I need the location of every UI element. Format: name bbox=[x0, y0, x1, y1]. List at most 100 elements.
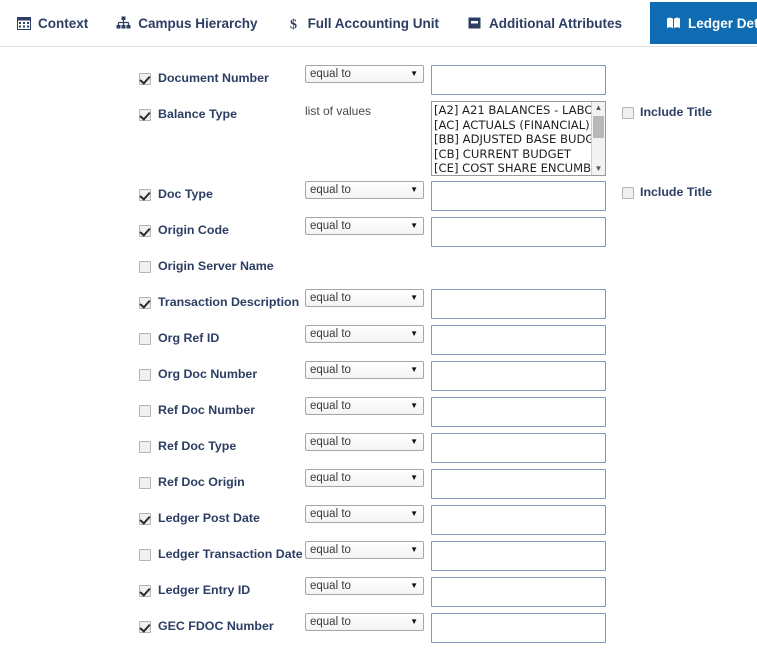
scroll-down-icon[interactable]: ▼ bbox=[592, 164, 605, 174]
checkbox-document-number[interactable] bbox=[139, 73, 151, 85]
listbox-option[interactable]: [A2] A21 BALANCES - LABOR bbox=[434, 103, 591, 118]
criteria-row-org-ref-id: Org Ref ID equal to ▼ bbox=[0, 325, 757, 361]
tab-additional-attributes[interactable]: Additional Attributes bbox=[457, 0, 640, 46]
tab-label: Campus Hierarchy bbox=[138, 15, 258, 31]
operator-select-org-doc-number[interactable]: equal to ▼ bbox=[305, 361, 424, 379]
tab-full-accounting-unit[interactable]: $ Full Accounting Unit bbox=[276, 0, 457, 46]
scrollbar-thumb[interactable] bbox=[593, 116, 604, 138]
tab-context[interactable]: Context bbox=[6, 0, 106, 46]
chevron-down-icon: ▼ bbox=[410, 509, 418, 518]
value-cell bbox=[431, 505, 606, 535]
value-input-org-ref-id[interactable] bbox=[431, 325, 606, 355]
criteria-row-ledger-post-date: Ledger Post Date equal to ▼ bbox=[0, 505, 757, 541]
tab-ledger-detail[interactable]: Ledger Detail bbox=[650, 2, 757, 44]
criteria-row-gec-fdoc-number: GEC FDOC Number equal to ▼ bbox=[0, 613, 757, 649]
chevron-down-icon: ▼ bbox=[410, 185, 418, 194]
field-toggle-origin-code: Origin Code bbox=[139, 217, 305, 238]
sitemap-icon bbox=[116, 16, 131, 31]
operator-select-doc-type[interactable]: equal to ▼ bbox=[305, 181, 424, 199]
checkbox-org-doc-number[interactable] bbox=[139, 369, 151, 381]
value-cell bbox=[431, 613, 606, 643]
balance-type-listbox[interactable]: [A2] A21 BALANCES - LABOR [AC] ACTUALS (F… bbox=[431, 101, 606, 176]
field-label: Ledger Entry ID bbox=[158, 583, 251, 597]
dollar-icon: $ bbox=[286, 16, 301, 31]
value-input-ledger-post-date[interactable] bbox=[431, 505, 606, 535]
operator-select-org-ref-id[interactable]: equal to ▼ bbox=[305, 325, 424, 343]
criteria-row-ledger-transaction-date: Ledger Transaction Date equal to ▼ bbox=[0, 541, 757, 577]
listbox-scrollbar[interactable]: ▲ ▼ bbox=[591, 102, 605, 175]
listbox-option[interactable]: [CB] CURRENT BUDGET bbox=[434, 147, 591, 162]
value-input-ledger-transaction-date[interactable] bbox=[431, 541, 606, 571]
checkbox-ledger-post-date[interactable] bbox=[139, 513, 151, 525]
value-input-ref-doc-origin[interactable] bbox=[431, 469, 606, 499]
field-toggle-ledger-post-date: Ledger Post Date bbox=[139, 505, 305, 526]
listbox-option[interactable]: [BB] ADJUSTED BASE BUDG bbox=[434, 132, 591, 147]
checkbox-ledger-transaction-date[interactable] bbox=[139, 549, 151, 561]
checkbox-ref-doc-type[interactable] bbox=[139, 441, 151, 453]
operator-select-origin-code[interactable]: equal to ▼ bbox=[305, 217, 424, 235]
field-label: Origin Server Name bbox=[158, 259, 274, 273]
checkbox-ledger-entry-id[interactable] bbox=[139, 585, 151, 597]
checkbox-doc-type[interactable] bbox=[139, 189, 151, 201]
operator-value: equal to bbox=[310, 436, 351, 448]
include-title-checkbox-balance-type[interactable] bbox=[622, 107, 634, 119]
chevron-down-icon: ▼ bbox=[410, 221, 418, 230]
criteria-row-doc-type: Doc Type equal to ▼ Include Title bbox=[0, 181, 757, 217]
operator-select-ledger-transaction-date[interactable]: equal to ▼ bbox=[305, 541, 424, 559]
checkbox-origin-server-name[interactable] bbox=[139, 261, 151, 273]
operator-select-transaction-description[interactable]: equal to ▼ bbox=[305, 289, 424, 307]
value-input-ref-doc-number[interactable] bbox=[431, 397, 606, 427]
ledger-detail-criteria-form: Document Number equal to ▼ Balance Type list… bbox=[0, 47, 757, 649]
field-toggle-ref-doc-origin: Ref Doc Origin bbox=[139, 469, 305, 490]
value-input-ledger-entry-id[interactable] bbox=[431, 577, 606, 607]
operator-select-ref-doc-origin[interactable]: equal to ▼ bbox=[305, 469, 424, 487]
value-cell bbox=[431, 469, 606, 499]
value-input-document-number[interactable] bbox=[431, 65, 606, 95]
tab-label: Full Accounting Unit bbox=[307, 15, 440, 31]
operator-select-ref-doc-type[interactable]: equal to ▼ bbox=[305, 433, 424, 451]
value-cell bbox=[431, 325, 606, 355]
value-input-doc-type[interactable] bbox=[431, 181, 606, 211]
value-cell bbox=[431, 397, 606, 427]
scroll-up-icon[interactable]: ▲ bbox=[592, 103, 605, 113]
include-title-checkbox-doc-type[interactable] bbox=[622, 187, 634, 199]
checkbox-org-ref-id[interactable] bbox=[139, 333, 151, 345]
listbox-options: [A2] A21 BALANCES - LABOR [AC] ACTUALS (F… bbox=[432, 102, 591, 175]
value-input-ref-doc-type[interactable] bbox=[431, 433, 606, 463]
value-input-org-doc-number[interactable] bbox=[431, 361, 606, 391]
tab-bar: Context Campus Hierarchy $ Full Accounting … bbox=[0, 0, 757, 47]
operator-select-document-number[interactable]: equal to ▼ bbox=[305, 65, 424, 83]
operator-cell: equal to ▼ bbox=[305, 577, 431, 595]
field-label: Org Ref ID bbox=[158, 331, 220, 345]
checkbox-ref-doc-origin[interactable] bbox=[139, 477, 151, 489]
tab-label: Ledger Detail bbox=[688, 15, 757, 31]
operator-value: equal to bbox=[310, 328, 351, 340]
operator-select-ref-doc-number[interactable]: equal to ▼ bbox=[305, 397, 424, 415]
checkbox-origin-code[interactable] bbox=[139, 225, 151, 237]
operator-select-ledger-post-date[interactable]: equal to ▼ bbox=[305, 505, 424, 523]
value-input-gec-fdoc-number[interactable] bbox=[431, 613, 606, 643]
svg-text:$: $ bbox=[290, 17, 297, 31]
operator-value: equal to bbox=[310, 508, 351, 520]
operator-cell: equal to ▼ bbox=[305, 217, 431, 235]
value-cell: [A2] A21 BALANCES - LABOR [AC] ACTUALS (F… bbox=[431, 101, 606, 176]
field-label: Document Number bbox=[158, 71, 269, 85]
checkbox-balance-type[interactable] bbox=[139, 109, 151, 121]
chevron-down-icon: ▼ bbox=[410, 293, 418, 302]
tab-campus-hierarchy[interactable]: Campus Hierarchy bbox=[106, 0, 275, 46]
operator-select-gec-fdoc-number[interactable]: equal to ▼ bbox=[305, 613, 424, 631]
field-toggle-document-number: Document Number bbox=[139, 65, 305, 86]
operator-cell: equal to ▼ bbox=[305, 469, 431, 487]
operator-select-ledger-entry-id[interactable]: equal to ▼ bbox=[305, 577, 424, 595]
operator-cell: equal to ▼ bbox=[305, 505, 431, 523]
listbox-option[interactable]: [AC] ACTUALS (FINANCIAL) bbox=[434, 118, 591, 133]
value-input-transaction-description[interactable] bbox=[431, 289, 606, 319]
value-input-origin-code[interactable] bbox=[431, 217, 606, 247]
field-toggle-org-doc-number: Org Doc Number bbox=[139, 361, 305, 382]
checkbox-transaction-description[interactable] bbox=[139, 297, 151, 309]
checkbox-ref-doc-number[interactable] bbox=[139, 405, 151, 417]
field-label: Balance Type bbox=[158, 107, 237, 121]
checkbox-gec-fdoc-number[interactable] bbox=[139, 621, 151, 633]
field-label: Transaction Description bbox=[158, 295, 300, 309]
listbox-option[interactable]: [CE] COST SHARE ENCUMBR bbox=[434, 161, 591, 175]
